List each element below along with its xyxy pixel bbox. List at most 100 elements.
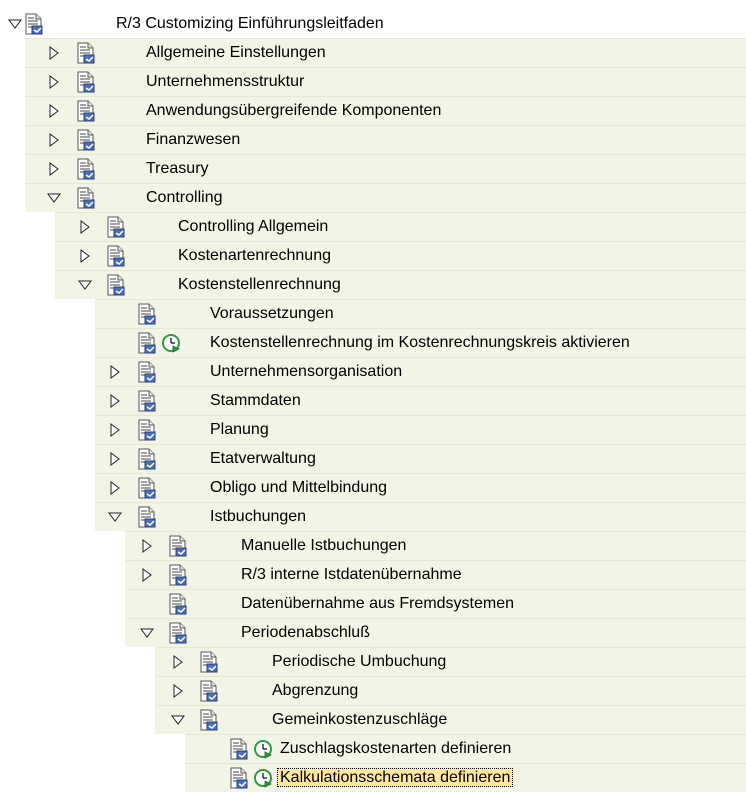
node-label[interactable]: Periodische Umbuchung — [272, 653, 446, 670]
tree-node-kostenstellenrechnung-aktivieren[interactable]: Kostenstellenrechnung im Kostenrechnungs… — [0, 328, 746, 357]
tree-node-r3-customizing[interactable]: R/3 Customizing Einführungsleitfaden — [0, 9, 746, 38]
node-label[interactable]: Unternehmensorganisation — [210, 363, 402, 380]
document-icon[interactable] — [228, 738, 250, 760]
document-icon[interactable] — [198, 680, 220, 702]
expanded-triangle-icon[interactable] — [108, 510, 122, 524]
collapsed-triangle-icon[interactable] — [108, 394, 122, 408]
document-icon[interactable] — [136, 361, 158, 383]
collapsed-triangle-icon[interactable] — [108, 452, 122, 466]
document-icon[interactable] — [136, 506, 158, 528]
document-icon[interactable] — [136, 419, 158, 441]
node-label[interactable]: Etatverwaltung — [210, 450, 316, 467]
execute-clock-icon[interactable] — [252, 738, 274, 760]
document-icon[interactable] — [75, 100, 97, 122]
tree-node-abgrenzung[interactable]: Abgrenzung — [0, 676, 746, 705]
node-label[interactable]: Datenübernahme aus Fremdsystemen — [241, 595, 514, 612]
tree-node-r3-interne-istdatenuebernahme[interactable]: R/3 interne Istdatenübernahme — [0, 560, 746, 589]
execute-clock-icon[interactable] — [252, 767, 274, 789]
node-label[interactable]: Obligo und Mittelbindung — [210, 479, 387, 496]
document-icon[interactable] — [23, 13, 45, 35]
collapsed-triangle-icon[interactable] — [108, 481, 122, 495]
collapsed-triangle-icon[interactable] — [78, 220, 92, 234]
tree-node-allgemeine-einstellungen[interactable]: Allgemeine Einstellungen — [0, 38, 746, 67]
tree-node-obligo-und-mittelbindung[interactable]: Obligo und Mittelbindung — [0, 473, 746, 502]
collapsed-triangle-icon[interactable] — [140, 568, 154, 582]
tree-node-unternehmensorganisation[interactable]: Unternehmensorganisation — [0, 357, 746, 386]
document-icon[interactable] — [75, 42, 97, 64]
expanded-triangle-icon[interactable] — [47, 191, 61, 205]
node-label[interactable]: Periodenabschluß — [241, 624, 370, 641]
node-label[interactable]: Manuelle Istbuchungen — [241, 537, 406, 554]
document-icon[interactable] — [75, 129, 97, 151]
tree-node-etatverwaltung[interactable]: Etatverwaltung — [0, 444, 746, 473]
node-label[interactable]: Controlling Allgemein — [178, 218, 328, 235]
document-icon[interactable] — [167, 593, 189, 615]
collapsed-triangle-icon[interactable] — [47, 162, 61, 176]
document-icon[interactable] — [136, 332, 158, 354]
document-icon[interactable] — [105, 274, 127, 296]
tree-node-planung[interactable]: Planung — [0, 415, 746, 444]
tree-node-controlling[interactable]: Controlling — [0, 183, 746, 212]
tree-node-voraussetzungen[interactable]: Voraussetzungen — [0, 299, 746, 328]
node-label[interactable]: Controlling — [146, 189, 222, 206]
collapsed-triangle-icon[interactable] — [47, 46, 61, 60]
node-label[interactable]: Stammdaten — [210, 392, 301, 409]
tree-node-finanzwesen[interactable]: Finanzwesen — [0, 125, 746, 154]
tree-node-treasury[interactable]: Treasury — [0, 154, 746, 183]
tree-node-anwendungsuebergreifende-komponenten[interactable]: Anwendungsübergreifende Komponenten — [0, 96, 746, 125]
node-label[interactable]: Istbuchungen — [210, 508, 306, 525]
node-label[interactable]: Abgrenzung — [272, 682, 358, 699]
document-icon[interactable] — [136, 448, 158, 470]
node-label[interactable]: Anwendungsübergreifende Komponenten — [146, 102, 441, 119]
execute-clock-icon[interactable] — [160, 332, 182, 354]
node-label[interactable]: Zuschlagskostenarten definieren — [280, 740, 511, 757]
node-label[interactable]: Planung — [210, 421, 269, 438]
node-label[interactable]: Kostenstellenrechnung im Kostenrechnungs… — [210, 334, 630, 351]
tree-node-controlling-allgemein[interactable]: Controlling Allgemein — [0, 212, 746, 241]
expanded-triangle-icon[interactable] — [8, 17, 22, 31]
collapsed-triangle-icon[interactable] — [78, 249, 92, 263]
document-icon[interactable] — [136, 303, 158, 325]
expanded-triangle-icon[interactable] — [171, 713, 185, 727]
expanded-triangle-icon[interactable] — [140, 626, 154, 640]
tree-node-datenuebernahme-fremdsystemen[interactable]: Datenübernahme aus Fremdsystemen — [0, 589, 746, 618]
node-label[interactable]: Kostenartenrechnung — [178, 247, 331, 264]
tree-node-unternehmensstruktur[interactable]: Unternehmensstruktur — [0, 67, 746, 96]
node-label[interactable]: R/3 interne Istdatenübernahme — [241, 566, 462, 583]
node-label[interactable]: Unternehmensstruktur — [146, 73, 304, 90]
node-label[interactable]: Allgemeine Einstellungen — [146, 44, 326, 61]
document-icon[interactable] — [75, 158, 97, 180]
tree-node-manuelle-istbuchungen[interactable]: Manuelle Istbuchungen — [0, 531, 746, 560]
collapsed-triangle-icon[interactable] — [108, 365, 122, 379]
node-label[interactable]: Kostenstellenrechnung — [178, 276, 341, 293]
collapsed-triangle-icon[interactable] — [171, 655, 185, 669]
tree-node-kalkulationsschemata-definieren[interactable]: Kalkulationsschemata definieren — [0, 763, 746, 792]
document-icon[interactable] — [167, 535, 189, 557]
document-icon[interactable] — [105, 216, 127, 238]
document-icon[interactable] — [167, 622, 189, 644]
node-label[interactable]: Voraussetzungen — [210, 305, 334, 322]
node-label[interactable]: R/3 Customizing Einführungsleitfaden — [116, 15, 384, 32]
collapsed-triangle-icon[interactable] — [171, 684, 185, 698]
collapsed-triangle-icon[interactable] — [140, 539, 154, 553]
document-icon[interactable] — [136, 390, 158, 412]
document-icon[interactable] — [167, 564, 189, 586]
expanded-triangle-icon[interactable] — [78, 278, 92, 292]
node-label[interactable]: Finanzwesen — [146, 131, 240, 148]
document-icon[interactable] — [75, 187, 97, 209]
document-icon[interactable] — [75, 71, 97, 93]
tree-node-istbuchungen[interactable]: Istbuchungen — [0, 502, 746, 531]
node-label[interactable]: Gemeinkostenzuschläge — [272, 711, 447, 728]
tree-node-kostenstellenrechnung[interactable]: Kostenstellenrechnung — [0, 270, 746, 299]
collapsed-triangle-icon[interactable] — [47, 133, 61, 147]
collapsed-triangle-icon[interactable] — [108, 423, 122, 437]
tree-node-stammdaten[interactable]: Stammdaten — [0, 386, 746, 415]
collapsed-triangle-icon[interactable] — [47, 104, 61, 118]
node-label[interactable]: Treasury — [146, 160, 209, 177]
tree-node-gemeinkostenzuschlaege[interactable]: Gemeinkostenzuschläge — [0, 705, 746, 734]
document-icon[interactable] — [136, 477, 158, 499]
document-icon[interactable] — [198, 651, 220, 673]
tree-node-zuschlagskostenarten-definieren[interactable]: Zuschlagskostenarten definieren — [0, 734, 746, 763]
tree-node-periodenabschluss[interactable]: Periodenabschluß — [0, 618, 746, 647]
tree-node-kostenartenrechnung[interactable]: Kostenartenrechnung — [0, 241, 746, 270]
